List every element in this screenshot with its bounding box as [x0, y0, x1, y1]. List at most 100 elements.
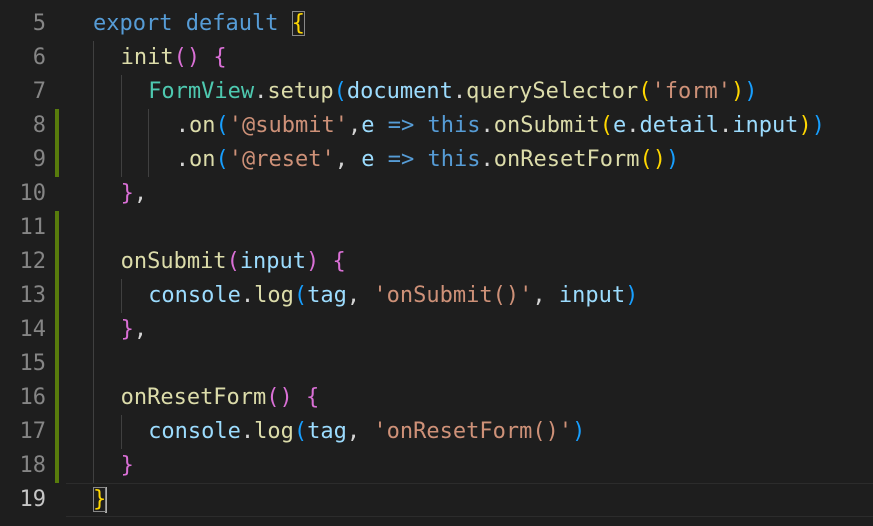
line-number: 14 [19, 317, 47, 342]
code-token: { [306, 385, 320, 410]
code-token: input [732, 113, 799, 138]
code-token: onResetForm [493, 147, 640, 172]
code-line[interactable]: 5 export default { [0, 7, 873, 41]
code-line[interactable]: 7 FormView.setup(document.querySelector('… [0, 75, 873, 109]
modified-gutter-indicator[interactable] [55, 279, 59, 313]
code-area[interactable] [66, 211, 873, 245]
code-area[interactable]: } [66, 449, 873, 483]
code-line[interactable]: 18} [0, 449, 873, 483]
code-token: ) [186, 45, 201, 70]
code-line[interactable]: 14}, [0, 313, 873, 347]
code-text[interactable]: }, [121, 313, 148, 347]
code-token: this [427, 113, 481, 138]
code-text[interactable]: } [93, 483, 108, 517]
code-token: , [346, 283, 361, 308]
code-area[interactable]: onSubmit(input) { [66, 245, 873, 279]
indent-guide [93, 313, 94, 347]
indent-guide [93, 143, 94, 177]
indent-guide [120, 143, 122, 177]
code-token: ) [798, 113, 812, 138]
code-text[interactable]: export default { [93, 7, 305, 41]
code-area[interactable]: console.log(tag, 'onSubmit()', input) [66, 279, 873, 313]
code-area[interactable]: }, [66, 313, 873, 347]
code-area[interactable] [66, 347, 873, 381]
code-line[interactable]: 11 [0, 211, 873, 245]
modified-gutter-indicator[interactable] [55, 211, 59, 245]
line-number: 6 [32, 45, 46, 70]
code-text[interactable]: onSubmit(input) { [121, 245, 346, 279]
code-area[interactable]: }, [66, 177, 873, 211]
code-token: ) [279, 385, 293, 410]
code-token: . [718, 113, 733, 138]
code-line[interactable]: 12 onSubmit(input) { [0, 245, 873, 279]
modified-gutter-indicator[interactable] [55, 449, 59, 483]
code-line[interactable]: 17 console.log(tag, 'onResetForm()') [0, 415, 873, 449]
indent-guide [120, 415, 122, 449]
code-line[interactable]: 13 console.log(tag, 'onSubmit()', input) [0, 279, 873, 313]
code-token: on [189, 113, 216, 138]
code-text[interactable]: console.log(tag, 'onResetForm()') [148, 415, 585, 449]
code-token: } [93, 487, 107, 512]
code-area[interactable]: } [66, 483, 873, 517]
code-line[interactable]: 10}, [0, 177, 873, 211]
code-token: 'onSubmit()' [373, 283, 533, 308]
code-token: export [93, 11, 173, 36]
code-text[interactable]: console.log(tag, 'onSubmit()', input) [148, 279, 638, 313]
code-area[interactable]: onResetForm() { [66, 381, 873, 415]
modified-gutter-indicator[interactable] [55, 347, 59, 381]
code-token: { [291, 11, 305, 36]
code-text[interactable]: }, [121, 177, 148, 211]
modified-gutter-indicator[interactable] [55, 313, 59, 347]
code-line[interactable]: 15 [0, 347, 873, 381]
modified-gutter-indicator[interactable] [55, 381, 59, 415]
code-area[interactable]: FormView.setup(document.querySelector('f… [66, 75, 873, 109]
code-area[interactable]: export default { [66, 7, 873, 41]
indent-guide [93, 381, 94, 415]
code-area[interactable]: .on('@reset', e => this.onResetForm()) [66, 143, 873, 177]
code-token: ) [652, 147, 666, 172]
code-text[interactable]: FormView.setup(document.querySelector('f… [148, 75, 757, 109]
code-line[interactable]: 8 .on('@submit',e => this.onSubmit(e.deta… [0, 109, 873, 143]
code-token: ) [625, 283, 639, 308]
code-token: ( [215, 113, 229, 138]
code-area[interactable]: console.log(tag, 'onResetForm()') [66, 415, 873, 449]
line-number: 10 [19, 181, 47, 206]
code-text[interactable]: .on('@reset', e => this.onResetForm()) [176, 143, 679, 177]
code-line[interactable]: 19} [0, 483, 873, 517]
indent-guide [120, 109, 122, 143]
code-token: detail [639, 113, 719, 138]
code-token: . [240, 283, 255, 308]
modified-gutter-indicator[interactable] [55, 109, 59, 143]
code-token: , [133, 317, 148, 342]
line-number: 11 [19, 215, 47, 240]
code-text[interactable]: .on('@submit',e => this.onSubmit(e.detai… [176, 109, 825, 143]
code-line[interactable]: 6 init() { [0, 41, 873, 75]
modified-gutter-indicator[interactable] [55, 143, 59, 177]
code-token: e [612, 113, 627, 138]
code-text[interactable]: init() { [121, 41, 227, 75]
line-number: 19 [19, 487, 47, 512]
indent-guide [93, 347, 94, 381]
indent-guide [93, 245, 94, 279]
code-token: ( [293, 283, 308, 308]
code-area[interactable]: .on('@submit',e => this.onSubmit(e.detai… [66, 109, 873, 143]
line-number: 9 [32, 147, 46, 172]
code-area[interactable]: init() { [66, 41, 873, 75]
code-token: FormView [148, 79, 255, 104]
code-token: } [120, 181, 134, 206]
code-editor[interactable]: 5 export default { 6 init() {7 FormView.setu… [0, 0, 873, 526]
modified-gutter-indicator[interactable] [55, 245, 59, 279]
code-line[interactable]: 9 .on('@reset', e => this.onResetForm()) [0, 143, 873, 177]
text-cursor [105, 487, 108, 513]
code-token: ( [226, 249, 240, 274]
code-line[interactable]: 16 onResetForm() { [0, 381, 873, 415]
code-text[interactable]: onResetForm() { [121, 381, 320, 415]
code-text[interactable]: } [121, 449, 134, 483]
modified-gutter-indicator[interactable] [55, 415, 59, 449]
indent-guide [93, 415, 94, 449]
